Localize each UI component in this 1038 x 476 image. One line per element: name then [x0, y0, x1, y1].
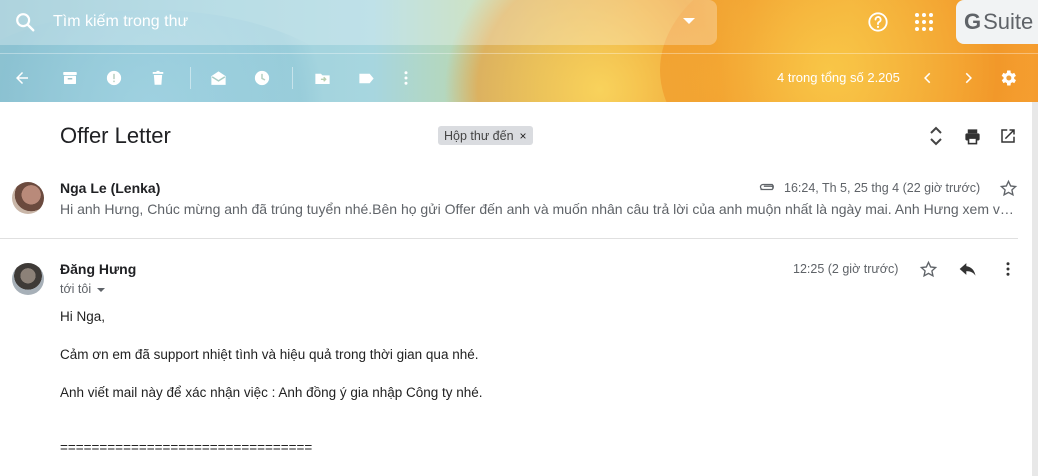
message-body-line: Cảm ơn em đã support nhiệt tình và hiệu …	[60, 347, 479, 362]
email-thread: Offer Letter Hộp thư đến × Nga Le (Lenka…	[0, 102, 1032, 476]
apps-grid-icon[interactable]	[912, 10, 936, 34]
snooze-clock-icon[interactable]	[251, 67, 273, 89]
back-arrow-icon[interactable]	[11, 67, 33, 89]
help-icon[interactable]	[866, 10, 890, 34]
theme-header: Tìm kiếm trong thư G Suite 4 trong tổng …	[0, 0, 1038, 102]
message-timestamp: 16:24, Th 5, 25 thg 4 (22 giờ trước)	[784, 181, 981, 195]
label-tag-icon[interactable]	[355, 67, 377, 89]
scrollbar[interactable]	[1032, 102, 1038, 476]
search-icon[interactable]	[14, 11, 36, 33]
more-vert-icon[interactable]	[998, 259, 1018, 279]
email-subject: Offer Letter	[60, 123, 171, 148]
search-options-icon[interactable]	[683, 18, 695, 24]
print-icon[interactable]	[962, 126, 982, 146]
chevron-right-icon[interactable]	[957, 67, 979, 89]
gsuite-g: G	[964, 9, 982, 34]
toolbar-divider	[0, 53, 1038, 54]
search-input[interactable]: Tìm kiếm trong thư	[53, 13, 188, 31]
move-to-folder-icon[interactable]	[311, 67, 333, 89]
chevron-left-icon[interactable]	[917, 67, 939, 89]
label-chip-text: Hộp thư đến	[444, 128, 514, 143]
sender-avatar[interactable]	[12, 263, 44, 295]
message-body-line: ================================	[60, 440, 313, 455]
message-snippet[interactable]: Hi anh Hưng, Chúc mừng anh đã trúng tuyể…	[60, 201, 1020, 217]
message-body-line: Anh viết mail này để xác nhận việc : Anh…	[60, 385, 483, 400]
mark-unread-icon[interactable]	[207, 67, 229, 89]
pagination-count: 4 trong tổng số 2.205	[777, 70, 900, 85]
open-in-new-window-icon[interactable]	[998, 126, 1018, 146]
expand-all-icon[interactable]	[926, 126, 946, 146]
reply-icon[interactable]	[958, 259, 978, 279]
toolbar-separator	[292, 67, 293, 89]
gsuite-label: Suite	[983, 9, 1034, 34]
star-icon[interactable]	[918, 259, 938, 279]
inbox-label-chip[interactable]: Hộp thư đến ×	[438, 126, 533, 145]
show-details-icon[interactable]	[97, 288, 105, 292]
recipient-line: tới tôi	[60, 282, 92, 296]
star-icon[interactable]	[998, 178, 1018, 198]
toolbar-separator	[190, 67, 191, 89]
remove-label-icon[interactable]: ×	[520, 129, 527, 143]
message-divider	[0, 238, 1018, 239]
message-timestamp: 12:25 (2 giờ trước)	[793, 262, 899, 276]
attachment-icon	[758, 177, 778, 197]
gsuite-logo[interactable]: G Suite	[956, 0, 1038, 44]
settings-gear-icon[interactable]	[997, 67, 1019, 89]
sender-avatar[interactable]	[12, 182, 44, 214]
archive-icon[interactable]	[59, 67, 81, 89]
message-sender[interactable]: Nga Le (Lenka)	[60, 180, 160, 196]
message-body-line: Hi Nga,	[60, 309, 106, 324]
message-sender[interactable]: Đăng Hưng	[60, 261, 136, 277]
report-spam-icon[interactable]	[103, 67, 125, 89]
delete-icon[interactable]	[147, 67, 169, 89]
more-vert-icon[interactable]	[395, 67, 417, 89]
search-bar[interactable]: Tìm kiếm trong thư	[0, 0, 717, 45]
